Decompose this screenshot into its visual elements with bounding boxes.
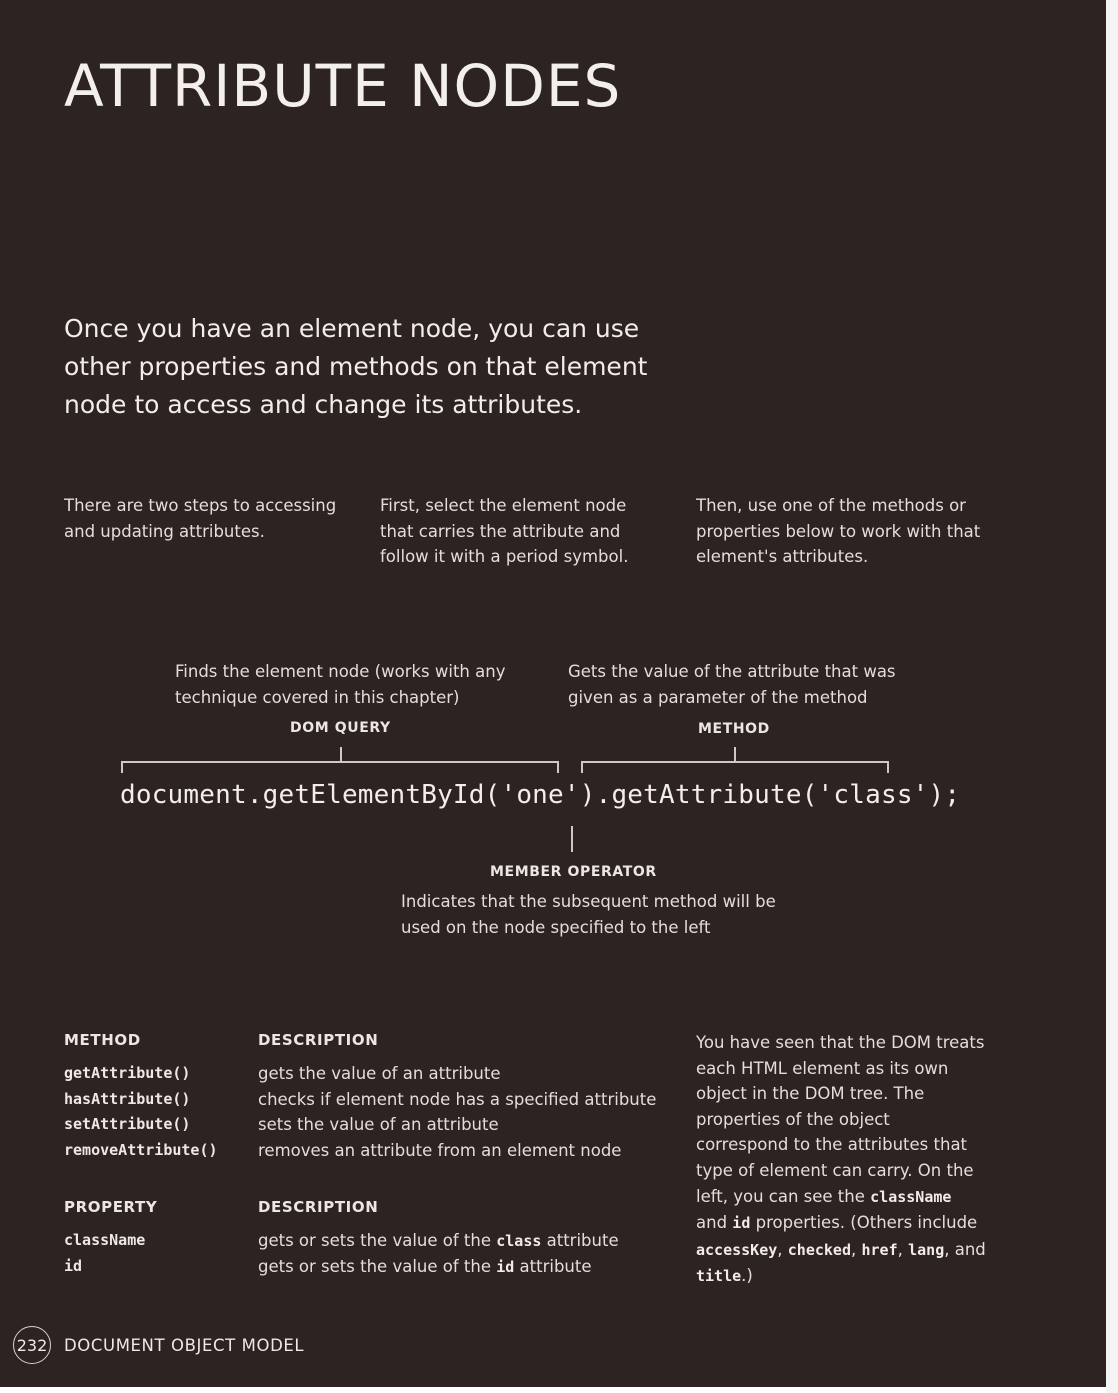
member-operator-description: Indicates that the subsequent method wil… [401,892,776,937]
method-name: getAttribute() [64,1064,191,1082]
properties-list: className id [64,1228,145,1279]
side-note-text: properties. (Others include [750,1213,978,1233]
dom-query-label: DOM QUERY [290,720,391,736]
method-name: hasAttribute() [64,1089,191,1108]
property-description-text: gets or sets the value of the [258,1231,497,1250]
page-number: 232 [13,1326,51,1364]
property-description: gets or sets the value of the class attr… [258,1228,619,1254]
property-name: id [64,1256,83,1275]
side-note-text: .) [741,1266,753,1286]
property-name: className [64,1231,146,1249]
dom-query-description: Finds the element node (works with any t… [175,662,506,707]
side-note-keyword: accessKey [696,1240,778,1259]
dom-query-bracket [121,761,559,773]
property-description-text: gets or sets the value of the [258,1256,497,1276]
method-description: Gets the value of the attribute that was… [568,662,896,707]
member-operator-pointer-line [571,826,573,852]
method-name: removeAttribute() [64,1141,218,1160]
side-note-text: , and [944,1239,986,1259]
property-description: gets or sets the value of the id attribu… [258,1254,619,1280]
property-description-text: attribute [514,1256,592,1276]
code-example: document.getElementById('one').getAttrib… [120,780,961,810]
side-note-keyword: title [696,1267,742,1286]
dom-query-pointer-line [340,747,342,761]
step-text-1: There are two steps to accessing and upd… [64,496,337,541]
method-bracket [581,761,889,773]
methods-table-header-description: DESCRIPTION [258,1031,379,1049]
side-note-text: and [696,1213,733,1233]
side-note: You have seen that the DOM treats each H… [696,1030,986,1290]
side-note-keyword: checked [787,1240,851,1259]
footer-section-title: DOCUMENT OBJECT MODEL [64,1336,305,1355]
side-note-keyword: className [870,1187,952,1206]
property-description-keyword: id [496,1257,515,1276]
step-text-2: First, select the element node that carr… [380,496,629,566]
page-number-text: 232 [16,1335,48,1355]
page-edge [1106,0,1118,1393]
side-note-text: , [851,1239,862,1259]
member-operator-label: MEMBER OPERATOR [490,864,657,880]
page: ATTRIBUTE NODES Once you have an element… [0,0,1106,1387]
properties-table-header-description: DESCRIPTION [258,1198,379,1216]
method-name: setAttribute() [64,1115,191,1134]
side-note-text: , [897,1239,909,1259]
methods-list: getAttribute() hasAttribute() setAttribu… [64,1061,218,1164]
property-description-keyword: class [496,1232,542,1250]
side-note-keyword: lang [908,1240,945,1259]
methods-table-header-name: METHOD [64,1031,141,1049]
side-note-keyword: id [732,1214,751,1233]
side-note-text: , [777,1239,788,1259]
method-descriptions-list: gets the value of an attribute checks if… [258,1061,656,1164]
intro-paragraph: Once you have an element node, you can u… [64,314,648,419]
properties-table-header-name: PROPERTY [64,1198,158,1216]
property-descriptions-list: gets or sets the value of the class attr… [258,1228,619,1279]
page-title: ATTRIBUTE NODES [64,52,622,120]
side-note-keyword: href [861,1240,898,1259]
property-description-text: attribute [541,1231,619,1250]
method-description: gets the value of an attribute [258,1064,501,1083]
method-description: removes an attribute from an element nod… [258,1141,622,1161]
method-description: checks if element node has a specified a… [258,1089,657,1109]
step-text-3: Then, use one of the methods or properti… [696,496,981,566]
method-label: METHOD [698,721,770,737]
method-pointer-line [734,747,736,761]
method-description: sets the value of an attribute [258,1115,499,1135]
side-note-text: You have seen that the DOM treats each H… [696,1033,985,1206]
